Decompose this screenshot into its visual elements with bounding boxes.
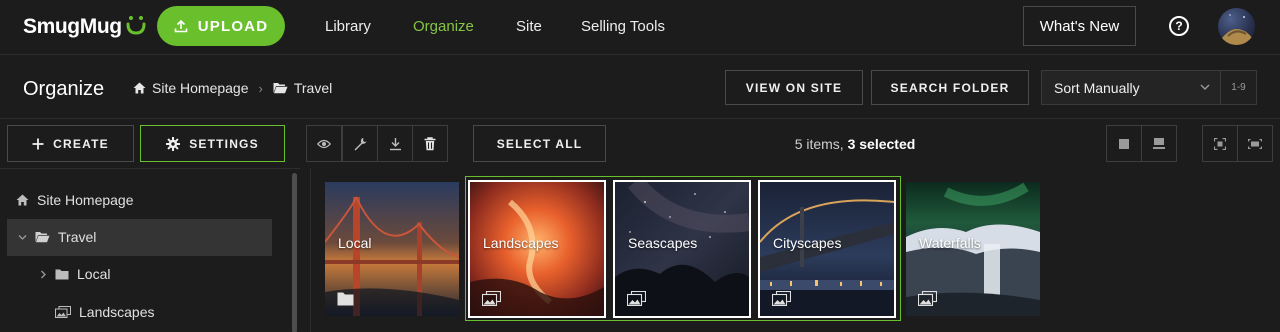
- tile-local[interactable]: Local: [325, 182, 459, 316]
- top-nav: SmugMug UPLOAD Library Organize Site Sel…: [0, 0, 1280, 55]
- tile-landscapes[interactable]: Landscapes: [468, 180, 606, 318]
- gallery-icon: [627, 291, 646, 306]
- breadcrumb-site-homepage[interactable]: Site Homepage: [152, 80, 249, 96]
- grid-view-icon: [1119, 138, 1129, 149]
- folder-icon: [337, 292, 354, 306]
- upload-button[interactable]: UPLOAD: [157, 6, 285, 46]
- tree-item-travel[interactable]: Travel: [18, 229, 96, 245]
- search-folder-button[interactable]: SEARCH FOLDER: [871, 70, 1029, 105]
- tree-item-label: Travel: [58, 229, 97, 245]
- selected-count: 3 selected: [847, 136, 916, 152]
- tree-item-label: Landscapes: [79, 304, 155, 320]
- home-icon: [133, 82, 146, 94]
- upload-icon: [174, 19, 188, 33]
- list-view-icon: [1153, 138, 1165, 149]
- tile-title: Local: [338, 235, 372, 251]
- panel-divider[interactable]: [310, 168, 311, 332]
- breadcrumb: Site Homepage › Travel: [133, 80, 332, 96]
- fill-button[interactable]: [1237, 125, 1273, 162]
- nav-site[interactable]: Site: [516, 18, 542, 35]
- home-icon: [16, 194, 29, 206]
- avatar-image: [1222, 14, 1252, 45]
- page-title: Organize: [23, 78, 105, 100]
- select-all-button[interactable]: SELECT ALL: [473, 125, 606, 162]
- folder-icon: [55, 269, 69, 279]
- tree-item-label: Site Homepage: [37, 192, 134, 208]
- tile-waterfalls[interactable]: Waterfalls: [906, 182, 1040, 316]
- page-range: 1-9: [1221, 70, 1257, 105]
- download-icon: [389, 137, 401, 150]
- tree-item-landscapes[interactable]: Landscapes: [55, 304, 155, 320]
- sort-value: Sort Manually: [1054, 79, 1140, 96]
- gallery-icon: [918, 291, 937, 306]
- nav-selling-tools[interactable]: Selling Tools: [581, 18, 665, 35]
- smile-logo-icon: [126, 16, 146, 35]
- toolbar: CREATE SETTINGS SELECT ALL 5 items, 3 se…: [0, 120, 1280, 168]
- visibility-button[interactable]: [306, 125, 342, 162]
- chevron-right-icon: [41, 270, 46, 278]
- breadcrumb-separator-icon: ›: [258, 80, 263, 96]
- smugmug-logo[interactable]: SmugMug: [23, 14, 147, 40]
- tile-title: Landscapes: [483, 235, 559, 251]
- settings-label: SETTINGS: [189, 136, 259, 151]
- sort-select[interactable]: Sort Manually: [1041, 70, 1221, 105]
- folder-open-icon: [35, 232, 50, 243]
- gear-icon: [166, 136, 181, 151]
- tile-title: Seascapes: [628, 235, 698, 251]
- tree-item-site-homepage[interactable]: Site Homepage: [16, 192, 134, 208]
- chevron-down-icon: [1200, 84, 1210, 90]
- eye-icon: [317, 139, 331, 148]
- whats-new-button[interactable]: What's New: [1023, 6, 1136, 46]
- chevron-down-icon: [18, 234, 27, 240]
- plus-icon: [32, 138, 44, 149]
- tree-item-local[interactable]: Local: [40, 266, 110, 282]
- gallery-icon: [772, 291, 791, 306]
- help-icon[interactable]: ?: [1169, 16, 1189, 36]
- tile-title: Cityscapes: [773, 235, 842, 251]
- wrench-icon: [354, 137, 367, 150]
- fit-icon: [1214, 137, 1226, 150]
- gallery-icon: [482, 291, 501, 306]
- avatar[interactable]: [1218, 8, 1255, 45]
- download-button[interactable]: [377, 125, 413, 162]
- gallery-icon: [55, 306, 71, 318]
- tile-seascapes[interactable]: Seascapes: [613, 180, 751, 318]
- items-count: 5 items,: [794, 136, 844, 152]
- tools-button[interactable]: [342, 125, 378, 162]
- trash-icon: [424, 136, 436, 150]
- settings-button[interactable]: SETTINGS: [140, 125, 285, 162]
- organize-header: Organize Site Homepage › Travel VIEW ON …: [0, 56, 1280, 119]
- nav-organize[interactable]: Organize: [413, 18, 474, 35]
- tile-title: Waterfalls: [919, 235, 981, 251]
- fill-icon: [1248, 138, 1262, 149]
- sidebar-scrollbar[interactable]: [292, 173, 297, 332]
- tile-cityscapes[interactable]: Cityscapes: [758, 180, 896, 318]
- view-on-site-button[interactable]: VIEW ON SITE: [725, 70, 863, 105]
- tree-item-label: Local: [77, 266, 111, 282]
- upload-label: UPLOAD: [197, 17, 269, 35]
- grid-view-button[interactable]: [1106, 125, 1142, 162]
- list-view-button[interactable]: [1141, 125, 1177, 162]
- create-label: CREATE: [53, 136, 109, 151]
- selection-count: 5 items, 3 selected: [760, 136, 950, 152]
- fit-button[interactable]: [1202, 125, 1238, 162]
- delete-button[interactable]: [412, 125, 448, 162]
- folder-open-icon: [273, 83, 288, 94]
- nav-library[interactable]: Library: [325, 18, 371, 35]
- breadcrumb-travel[interactable]: Travel: [294, 80, 332, 96]
- create-button[interactable]: CREATE: [7, 125, 134, 162]
- folder-tree: Site Homepage Travel Local Landscapes: [0, 168, 300, 332]
